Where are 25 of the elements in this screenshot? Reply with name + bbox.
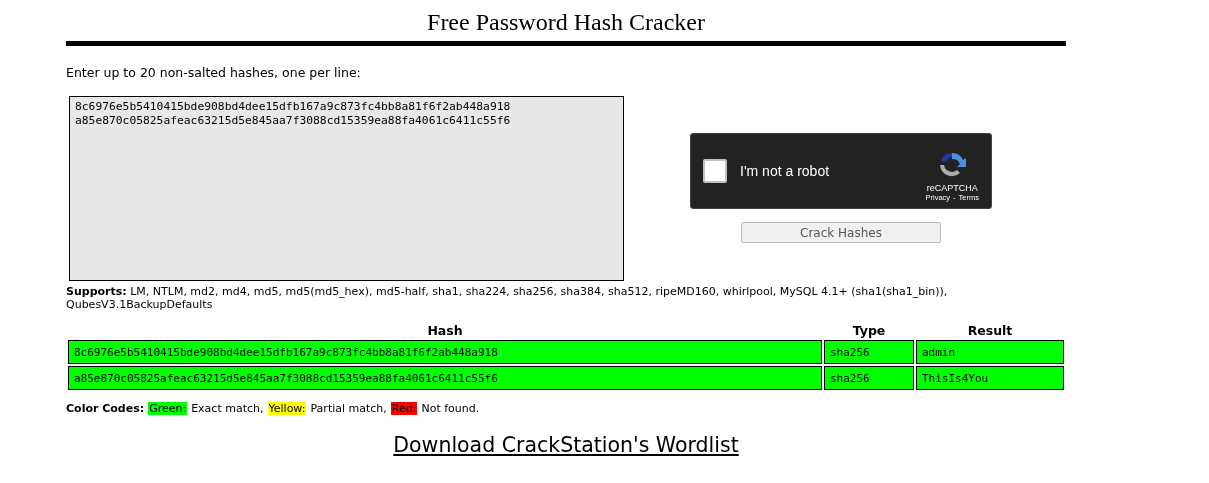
color-code-swatch: Red:	[390, 402, 418, 415]
crack-hashes-button[interactable]: Crack Hashes	[741, 222, 941, 243]
column-header: Hash	[426, 323, 464, 338]
captcha-checkbox[interactable]	[703, 159, 727, 183]
color-code-description: Exact match,	[191, 402, 264, 415]
color-code-description: Partial match,	[310, 402, 387, 415]
download-wordlist-link[interactable]: Download CrackStation's Wordlist	[393, 433, 739, 457]
hash-input[interactable]: 8c6976e5b5410415bde908bd4dee15dfb167a9c873fc4bb8a81f6f2ab448a918 a85e870c05825afeac63215d5e845aa7f3088cd15359ea88fa4061c6411c55f6	[69, 96, 624, 281]
page-title: Free Password Hash Cracker	[426, 8, 706, 36]
column-header: Type	[851, 323, 887, 338]
captcha-label: I'm not a robot	[740, 163, 831, 179]
column-header: Result	[966, 323, 1014, 338]
table-cell: sha256	[824, 340, 914, 364]
color-code-description: Not found.	[421, 402, 480, 415]
table-cell: a85e870c05825afeac63215d5e845aa7f3088cd15359ea88fa4061c6411c55f6	[68, 366, 822, 390]
color-code-swatch: Green:	[148, 402, 188, 415]
legend-label: Color Codes:	[66, 402, 145, 415]
color-code-swatch: Yellow:	[267, 402, 307, 415]
table-cell: 8c6976e5b5410415bde908bd4dee15dfb167a9c873fc4bb8a81f6f2ab448a918	[68, 340, 822, 364]
table-cell: sha256	[824, 366, 914, 390]
recaptcha-brand: reCAPTCHA	[926, 182, 978, 193]
table-cell: admin	[916, 340, 1064, 364]
supported-formats-text: Supports: LM, NTLM, md2, md4, md5, md5(md5_hex), md5-half, sha1, sha224, sha256, sha384, sha512, ripeMD160, whirlpool, MySQL 4.1+ (sha1(sha1_bin)), QubesV3.1BackupDefaults	[66, 285, 949, 311]
table-cell: ThisIs4You	[916, 366, 1064, 390]
instructions-text: Enter up to 20 non-salted hashes, one per line:	[66, 65, 362, 80]
